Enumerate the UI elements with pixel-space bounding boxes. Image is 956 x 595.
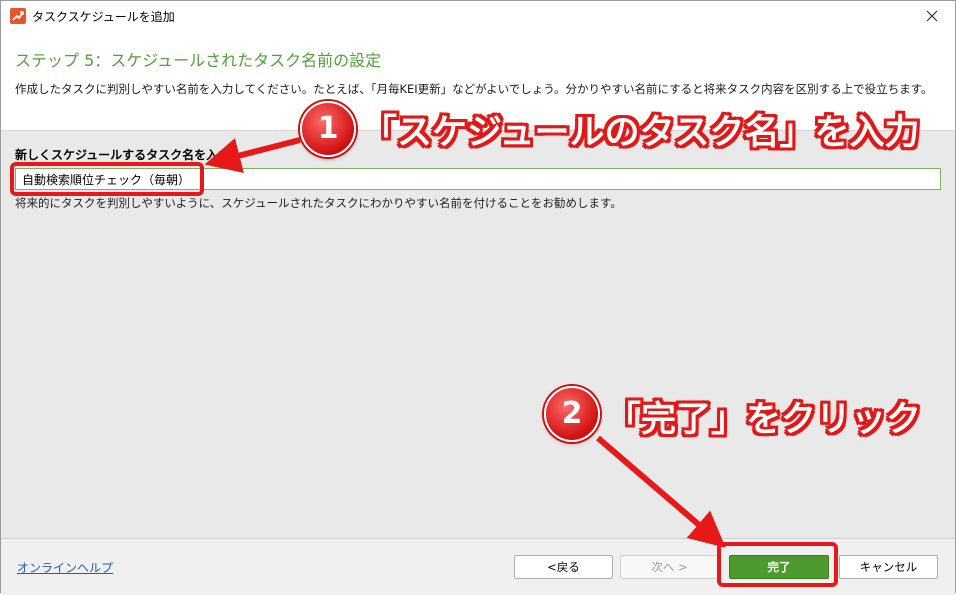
task-name-help: 将来的にタスクを判別しやすいように、スケジュールされたタスクにわかりやすい名前を… [15, 196, 622, 210]
next-button[interactable]: 次へ > [620, 555, 719, 579]
wizard-window: タスクスケジュールを追加 ステップ 5：スケジュールされたタスク名前の設定 作成… [0, 0, 956, 595]
close-icon [926, 10, 938, 22]
step-2-callout: 「完了」をクリック [606, 400, 922, 440]
back-button[interactable]: <戻る [514, 555, 613, 579]
task-name-label: 新しくスケジュールするタスク名を入力 [15, 148, 231, 162]
step-description: 作成したタスクに判別しやすい名前を入力してください。たとえば、「月毎KEI更新」… [15, 82, 933, 96]
chart-up-icon [10, 8, 26, 24]
close-button[interactable] [909, 1, 955, 31]
step-1-callout: 「スケジュールのタスク名」を入力 [362, 113, 920, 153]
step-2-badge: 2 [544, 386, 600, 442]
cancel-button[interactable]: キャンセル [839, 555, 938, 579]
title-bar: タスクスケジュールを追加 [1, 1, 955, 31]
step-title: ステップ 5：スケジュールされたタスク名前の設定 [15, 51, 382, 70]
online-help-link[interactable]: オンラインヘルプ [17, 559, 113, 576]
input-highlight-box [10, 162, 204, 196]
step-1-badge: 1 [300, 101, 356, 157]
finish-highlight-box [717, 542, 838, 587]
window-title: タスクスケジュールを追加 [32, 10, 175, 24]
